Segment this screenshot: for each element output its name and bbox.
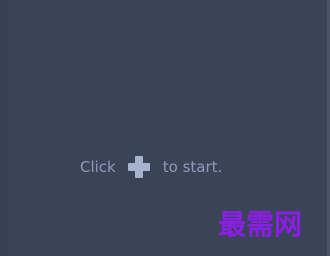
left-edge-shadow (0, 0, 8, 256)
plus-icon[interactable] (127, 156, 150, 178)
empty-state-message: Click to start. (80, 156, 222, 178)
empty-canvas: Click to start. 最需网 (0, 0, 330, 256)
instruction-suffix: to start. (162, 158, 223, 176)
watermark-logo: 最需网 (218, 208, 303, 241)
instruction-prefix: Click (80, 158, 116, 176)
